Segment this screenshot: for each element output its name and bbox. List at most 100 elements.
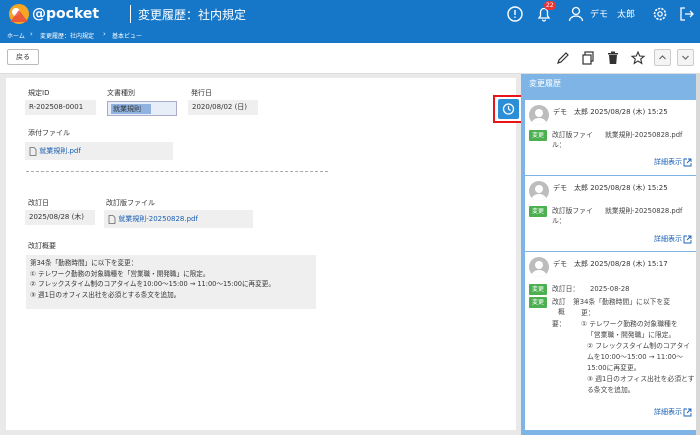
avatar	[529, 257, 549, 277]
history-value-line: ② フレックスタイム制のコアタイ	[587, 342, 691, 350]
history-entry: デモ 太郎 2025/08/28 (木) 15:25 変更 改訂版ファイ ル： …	[525, 176, 696, 251]
logout-icon[interactable]	[677, 4, 697, 24]
panel-scrollbar[interactable]	[696, 74, 700, 435]
doc-type-text: 就業規則	[111, 104, 151, 114]
history-field: 要：	[552, 320, 566, 328]
star-icon[interactable]	[630, 50, 646, 66]
header-divider	[130, 5, 131, 23]
attachment-label: 添付ファイル	[28, 129, 70, 137]
history-value-line: ③ 週1日のオフィス出社を必須とす	[587, 375, 695, 383]
logo-icon[interactable]	[6, 2, 32, 26]
detail-link-label: 詳細表示	[654, 408, 682, 416]
detail-link[interactable]: 詳細表示	[654, 157, 692, 167]
external-link-icon	[683, 408, 692, 416]
rule-id-value: R-202508-0001	[25, 100, 96, 115]
page-title: 変更履歴：社内規定	[138, 8, 247, 22]
history-field-cont: ル：	[552, 217, 566, 225]
breadcrumb-separator: ›	[30, 30, 33, 38]
summary-line: 第34条「勤務時間」に以下を変更：	[30, 259, 138, 267]
history-value: 2025-08-28	[590, 285, 630, 293]
history-button-face	[498, 99, 519, 119]
revision-file-label: 改訂版ファイル	[106, 199, 155, 207]
attachment-link[interactable]: 就業規則.pdf	[39, 147, 81, 155]
detail-card	[6, 78, 516, 430]
history-value-line: 更：	[581, 309, 595, 317]
change-tag: 変更	[529, 297, 547, 308]
doc-type-value: 就業規則	[107, 101, 177, 116]
history-field: 改訂版ファイ	[552, 131, 593, 139]
app-header: @pocket 変更履歴：社内規定 22 デモ 太郎	[0, 0, 700, 28]
history-panel-title: 変更履歴	[529, 79, 561, 88]
history-value-line: ① テレワーク勤務の対象職種を	[581, 320, 678, 328]
detail-link-label: 詳細表示	[654, 235, 682, 243]
detail-link-label: 詳細表示	[654, 158, 682, 166]
change-tag: 変更	[529, 130, 547, 141]
breadcrumb: ホーム › 変更履歴：社内規定 › 基本ビュー	[0, 28, 700, 43]
history-entry: デモ 太郎 2025/08/28 (木) 15:25 変更 改訂版ファイ ル： …	[525, 100, 696, 175]
avatar	[529, 181, 549, 201]
history-value-line: 15:00に再変更。	[587, 364, 641, 372]
summary-text: 第34条「勤務時間」に以下を変更： ① テレワーク勤務の対象職種を「営業職・開発…	[26, 255, 316, 309]
issue-date-label: 発行日	[191, 89, 212, 97]
change-tag: 変更	[529, 206, 547, 217]
logo-text[interactable]: @pocket	[32, 6, 99, 22]
rule-id-label: 規定ID	[28, 89, 50, 97]
revision-date-value: 2025/08/28 (木)	[25, 210, 95, 225]
history-value-line: ムを10:00〜15:00 → 11:00〜	[587, 353, 683, 361]
toolbar: 戻る	[0, 43, 700, 74]
info-icon[interactable]	[505, 4, 525, 24]
history-value: 就業規則-20250828.pdf	[605, 131, 683, 139]
change-tag: 変更	[529, 284, 547, 295]
detail-link[interactable]: 詳細表示	[654, 407, 692, 417]
history-user-time: デモ 太郎 2025/08/28 (木) 15:25	[553, 184, 668, 192]
history-field: 改訂日：	[552, 285, 580, 293]
breadcrumb-view[interactable]: 基本ビュー	[112, 31, 142, 40]
history-value-line: る条文を追加。	[587, 386, 635, 394]
issue-date-value: 2020/08/02 (日)	[188, 100, 258, 115]
breadcrumb-history[interactable]: 変更履歴：社内規定	[40, 31, 94, 40]
history-entry: デモ 太郎 2025/08/28 (木) 15:17 変更 改訂日： 2025-…	[525, 252, 696, 430]
revision-date-label: 改訂日	[28, 199, 49, 207]
detail-link[interactable]: 詳細表示	[654, 234, 692, 244]
revision-file-link[interactable]: 就業規則-20250828.pdf	[118, 215, 198, 223]
summary-line: ① テレワーク勤務の対象職種を「営業職・開発職」に限定。	[30, 269, 210, 278]
history-value-summary: 第34条「勤務時間」に以下を変 更： ① テレワーク勤務の対象職種を 「営業職・…	[573, 297, 695, 396]
notification-badge: 22	[544, 1, 556, 10]
avatar	[529, 105, 549, 125]
history-field-cont: ル：	[552, 141, 566, 149]
avatar-icon	[531, 185, 547, 201]
user-name[interactable]: デモ 太郎	[590, 7, 635, 20]
trash-icon[interactable]	[605, 50, 621, 66]
back-button[interactable]: 戻る	[7, 49, 39, 65]
avatar-icon	[531, 261, 547, 277]
external-link-icon	[683, 158, 692, 166]
section-divider	[26, 171, 328, 172]
copy-icon[interactable]	[580, 50, 596, 66]
edit-icon[interactable]	[555, 50, 571, 66]
scroll-up-button[interactable]	[654, 49, 671, 66]
summary-line: ③ 週1日のオフィス出社を必須とする条文を追加。	[30, 290, 181, 299]
breadcrumb-separator: ›	[103, 30, 106, 38]
pdf-file-icon	[29, 146, 37, 156]
revision-file-field: 就業規則-20250828.pdf	[104, 210, 253, 228]
doc-type-label: 文書種別	[107, 89, 135, 97]
history-value-line: 第34条「勤務時間」に以下を変	[573, 298, 671, 306]
avatar-icon	[531, 109, 547, 125]
history-field: 改訂版ファイ	[552, 207, 593, 215]
history-toggle-button[interactable]	[493, 95, 524, 123]
attachment-field: 就業規則.pdf	[25, 142, 173, 160]
user-icon[interactable]	[566, 4, 586, 24]
chevron-up-icon	[659, 55, 666, 60]
chevron-down-icon	[682, 55, 689, 60]
gear-icon[interactable]	[650, 4, 670, 24]
clock-icon	[502, 103, 515, 115]
summary-line: ② フレックスタイム制のコアタイムを10:00〜15:00 → 11:00〜15…	[30, 280, 275, 288]
history-field: 概	[558, 308, 565, 316]
breadcrumb-home[interactable]: ホーム	[7, 31, 25, 40]
summary-label: 改訂概要	[28, 242, 56, 250]
history-value: 就業規則-20250828.pdf	[605, 207, 683, 215]
external-link-icon	[683, 235, 692, 243]
scroll-down-button[interactable]	[677, 49, 694, 66]
history-user-time: デモ 太郎 2025/08/28 (木) 15:17	[553, 260, 668, 268]
pdf-file-icon	[108, 214, 116, 224]
